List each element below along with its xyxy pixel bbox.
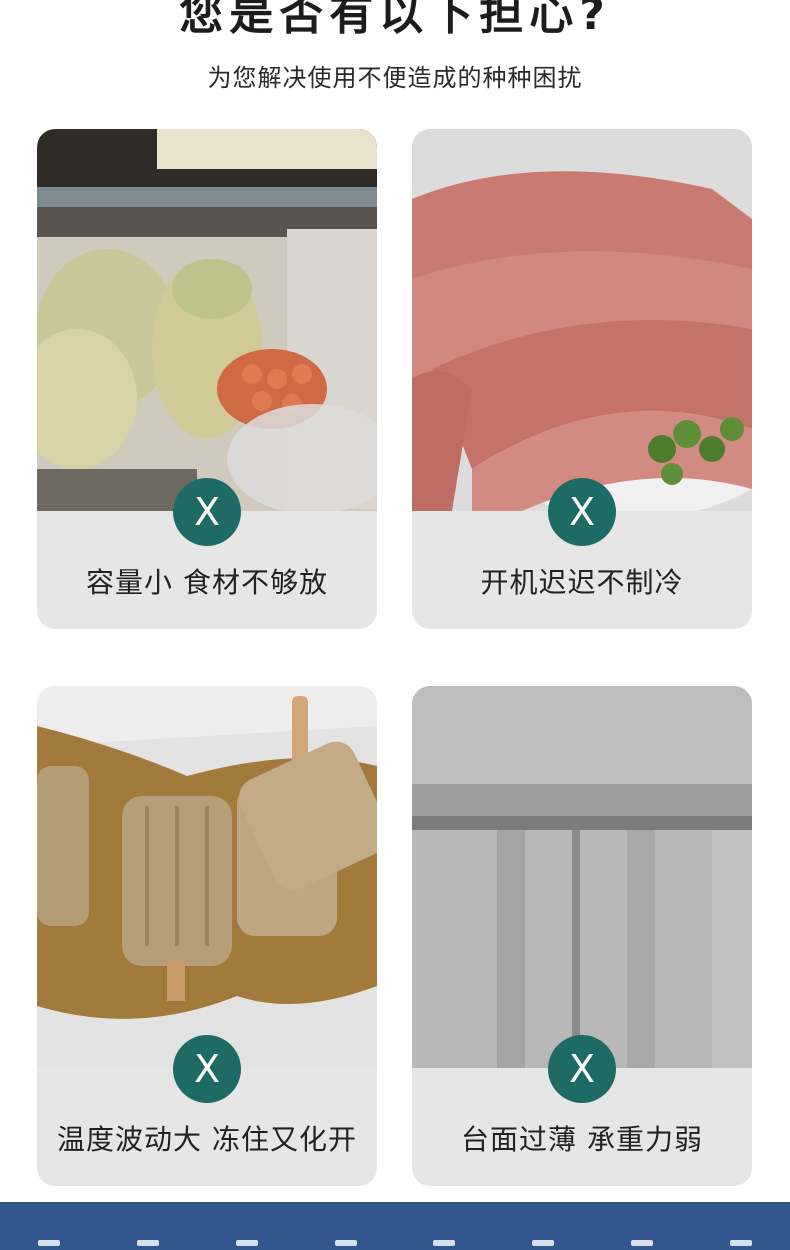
close-icon: X bbox=[173, 478, 241, 546]
concern-card-capacity: X 容量小 食材不够放 bbox=[37, 129, 377, 629]
concern-card-cooling: X 开机迟迟不制冷 bbox=[412, 129, 752, 629]
close-icon: X bbox=[173, 1035, 241, 1103]
banner-text-fragment bbox=[0, 1240, 790, 1250]
concern-caption: 容量小 食材不够放 bbox=[86, 566, 328, 599]
concern-card-countertop: X 台面过薄 承重力弱 bbox=[412, 686, 752, 1186]
steel-counter-photo bbox=[412, 686, 752, 1068]
page-subtitle: 为您解决使用不便造成的种种困扰 bbox=[207, 64, 583, 92]
fridge-shelf-photo bbox=[37, 129, 377, 511]
raw-meat-photo bbox=[412, 129, 752, 511]
concern-card-temperature: X 温度波动大 冻住又化开 bbox=[37, 686, 377, 1186]
concern-caption: 温度波动大 冻住又化开 bbox=[57, 1123, 357, 1156]
page-title: 您是否有以下担心? bbox=[179, 0, 611, 40]
close-icon: X bbox=[548, 478, 616, 546]
concern-caption: 开机迟迟不制冷 bbox=[480, 566, 684, 599]
melting-popsicle-photo bbox=[37, 686, 377, 1068]
next-section-banner bbox=[0, 1202, 790, 1250]
concern-caption: 台面过薄 承重力弱 bbox=[461, 1123, 703, 1156]
close-icon: X bbox=[548, 1035, 616, 1103]
